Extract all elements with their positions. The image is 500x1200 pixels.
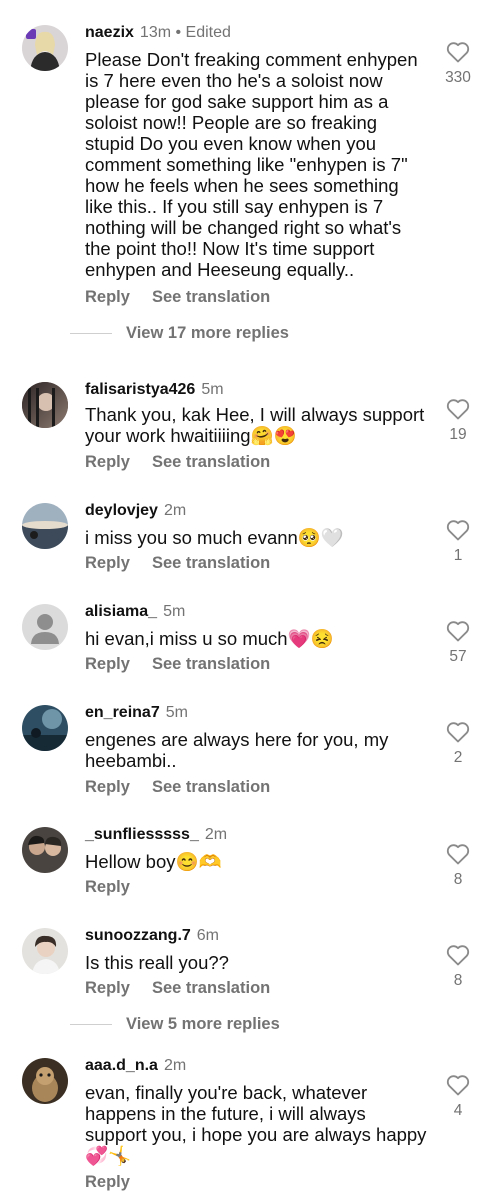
timestamp: 6m [196,927,220,944]
comment-text: engenes are always here for you, my heeb… [85,729,389,771]
like-button[interactable]: 19 [438,398,478,444]
timestamp: 5m [165,704,188,721]
username[interactable]: deylovjey [85,502,158,519]
like-button[interactable]: 4 [438,1074,478,1120]
like-count: 19 [449,426,467,443]
avatar[interactable] [22,604,68,650]
comment-actions: Reply See translation [85,288,270,307]
reply-button[interactable]: Reply [85,554,130,573]
view-more-replies-button[interactable]: View 17 more replies [70,324,289,343]
comment-actions: Reply See translation [85,554,270,573]
comment-meta: naezix 13m • Edited [85,23,231,43]
reply-button[interactable]: Reply [85,878,130,897]
view-more-replies-label: View 5 more replies [126,1015,280,1033]
comment-text: hi evan,i miss u so much💗😣 [85,628,334,649]
comment-text: Please Don't freaking comment enhypen is… [85,49,418,280]
comment-actions: Reply See translation [85,778,270,797]
avatar[interactable] [22,705,68,751]
username[interactable]: naezix [85,24,134,41]
like-count: 8 [453,871,463,888]
avatar[interactable] [22,928,68,974]
divider-line [70,333,112,335]
edited-label: • Edited [175,24,231,41]
timestamp: 5m [163,603,186,620]
heart-outline-icon [446,844,470,865]
username[interactable]: falisaristya426 [85,381,195,398]
comment-actions: Reply See translation [85,453,270,472]
comment-actions: Reply See translation [85,655,270,674]
person-silhouette-icon [22,604,68,650]
avatar[interactable] [22,1058,68,1104]
username[interactable]: alisiama_ [85,603,157,620]
comment-meta: falisaristya426 5m [85,380,224,400]
timestamp: 13m [139,24,172,41]
comment-text: Is this reall you?? [85,952,229,973]
see-translation-button[interactable]: See translation [152,453,270,472]
comment-text: Hellow boy😊🫶 [85,851,222,872]
timestamp: 2m [163,1057,187,1074]
like-count: 4 [453,1102,463,1119]
timestamp: 2m [204,826,228,843]
avatar[interactable] [22,827,68,873]
like-button[interactable]: 8 [438,843,478,889]
timestamp: 5m [201,381,224,398]
reply-button[interactable]: Reply [85,453,130,472]
timestamp: 2m [163,502,187,519]
reply-button[interactable]: Reply [85,778,130,797]
see-translation-button[interactable]: See translation [152,554,270,573]
comment-meta: sunoozzang.7 6m [85,926,219,946]
comment-meta: _sunfliesssss_ 2m [85,825,227,845]
see-translation-button[interactable]: See translation [152,979,270,998]
see-translation-button[interactable]: See translation [152,288,270,307]
see-translation-button[interactable]: See translation [152,655,270,674]
comment-actions: Reply [85,878,152,897]
like-count: 8 [453,972,463,989]
comment-meta: deylovjey 2m [85,501,186,521]
like-button[interactable]: 8 [438,944,478,990]
view-more-replies-label: View 17 more replies [126,324,289,342]
username[interactable]: _sunfliesssss_ [85,826,199,843]
comment-meta: aaa.d_n.a 2m [85,1056,186,1076]
like-count: 1 [453,547,463,564]
heart-outline-icon [446,722,470,743]
heart-outline-icon [446,1075,470,1096]
comment-meta: alisiama_ 5m [85,602,185,622]
divider-line [70,1024,112,1026]
username[interactable]: sunoozzang.7 [85,927,191,944]
like-count: 2 [453,749,463,766]
heart-outline-icon [446,399,470,420]
view-more-replies-button[interactable]: View 5 more replies [70,1015,280,1034]
reply-button[interactable]: Reply [85,655,130,674]
like-count: 57 [449,648,467,665]
like-button[interactable]: 1 [438,519,478,565]
comment-actions: Reply [85,1173,152,1192]
see-translation-button[interactable]: See translation [152,778,270,797]
heart-outline-icon [446,520,470,541]
reply-button[interactable]: Reply [85,979,130,998]
username[interactable]: en_reina7 [85,704,160,721]
like-button[interactable]: 330 [438,41,478,87]
reply-button[interactable]: Reply [85,288,130,307]
username[interactable]: aaa.d_n.a [85,1057,158,1074]
avatar[interactable] [22,25,68,71]
heart-outline-icon [446,621,470,642]
like-button[interactable]: 2 [438,721,478,767]
heart-outline-icon [446,945,470,966]
avatar[interactable] [22,503,68,549]
comment-text: evan, finally you're back, whatever happ… [85,1082,427,1166]
avatar[interactable] [22,382,68,428]
comment-text: i miss you so much evann🥺🤍 [85,527,344,548]
comment-text: Thank you, kak Hee, I will always suppor… [85,404,425,446]
reply-button[interactable]: Reply [85,1173,130,1192]
heart-outline-icon [446,42,470,63]
comment-actions: Reply See translation [85,979,270,998]
like-button[interactable]: 57 [438,620,478,666]
comment-meta: en_reina7 5m [85,703,188,723]
like-count: 330 [445,69,471,86]
